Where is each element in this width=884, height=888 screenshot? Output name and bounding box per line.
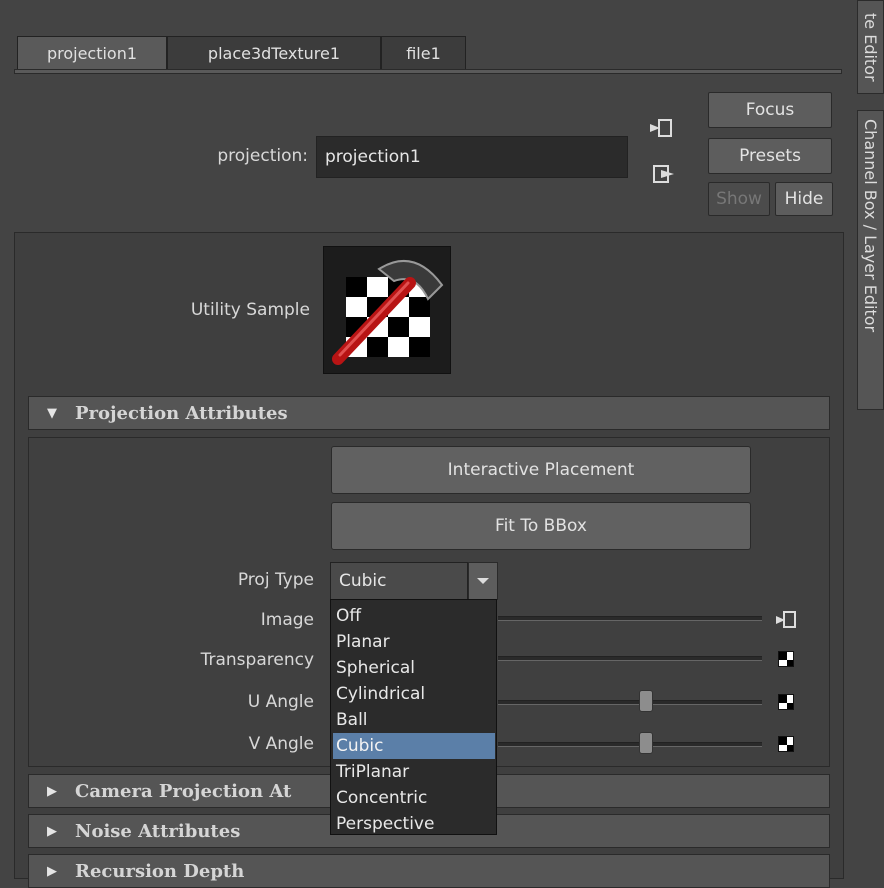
interactive-placement-button[interactable]: Interactive Placement	[331, 446, 751, 494]
v-angle-slider[interactable]	[498, 742, 762, 747]
section-noise-title: Noise Attributes	[75, 820, 241, 842]
dropdown-option-cubic[interactable]: Cubic	[333, 733, 495, 759]
section-projection-attributes[interactable]: ▼ Projection Attributes	[28, 396, 830, 430]
utility-sample-label: Utility Sample	[190, 300, 310, 320]
dropdown-option-triplanar[interactable]: TriPlanar	[333, 759, 495, 785]
transparency-slider[interactable]	[498, 656, 762, 661]
hide-button[interactable]: Hide	[775, 182, 833, 216]
u-angle-map-icon[interactable]	[778, 694, 794, 710]
tab-underline	[14, 69, 842, 74]
utility-sample-swatch[interactable]	[323, 246, 451, 374]
chevron-down-icon[interactable]	[468, 562, 498, 600]
dropdown-option-spherical[interactable]: Spherical	[333, 655, 495, 681]
section-camera-title: Camera Projection At	[75, 780, 292, 802]
collapsed-arrow-icon: ▶	[47, 863, 57, 879]
proj-type-dropdown-list: Off Planar Spherical Cylindrical Ball Cubic Tr…	[330, 599, 497, 835]
dropdown-option-cylindrical[interactable]: Cylindrical	[333, 681, 495, 707]
u-angle-slider[interactable]	[498, 700, 762, 705]
select-node-icon[interactable]	[652, 164, 678, 186]
side-tab-channel-box[interactable]: Channel Box / Layer Editor	[857, 110, 884, 410]
proj-type-select[interactable]: Cubic	[330, 562, 468, 600]
v-angle-map-icon[interactable]	[778, 736, 794, 752]
collapsed-arrow-icon: ▶	[47, 823, 57, 839]
section-recursion-depth[interactable]: ▶ Recursion Depth	[28, 854, 830, 888]
focus-button[interactable]: Focus	[708, 92, 832, 128]
presets-button[interactable]: Presets	[708, 138, 832, 174]
tab-place3dtexture1[interactable]: place3dTexture1	[167, 36, 381, 70]
tab-file1[interactable]: file1	[381, 36, 466, 70]
v-angle-label: V Angle	[248, 734, 314, 754]
u-angle-slider-handle[interactable]	[638, 690, 653, 712]
show-button[interactable]: Show	[708, 182, 770, 216]
dropdown-option-concentric[interactable]: Concentric	[333, 785, 495, 811]
load-node-icon[interactable]	[648, 118, 674, 140]
dropdown-option-planar[interactable]: Planar	[333, 629, 495, 655]
image-label: Image	[260, 610, 314, 630]
collapsed-arrow-icon: ▶	[47, 783, 57, 799]
section-recursion-title: Recursion Depth	[75, 860, 245, 882]
image-slider[interactable]	[498, 616, 762, 621]
u-angle-label: U Angle	[247, 692, 314, 712]
proj-type-label: Proj Type	[237, 570, 314, 590]
dropdown-option-perspective[interactable]: Perspective	[333, 811, 495, 837]
image-map-icon[interactable]	[774, 610, 798, 630]
v-angle-slider-handle[interactable]	[638, 732, 653, 754]
transparency-label: Transparency	[200, 650, 314, 670]
section-projection-title: Projection Attributes	[75, 402, 288, 424]
tab-projection1[interactable]: projection1	[17, 36, 167, 70]
expanded-arrow-icon: ▼	[47, 405, 57, 421]
dropdown-option-ball[interactable]: Ball	[333, 707, 495, 733]
transparency-map-icon[interactable]	[778, 651, 794, 667]
projection-label: projection:	[217, 146, 308, 166]
dropdown-option-off[interactable]: Off	[333, 603, 495, 629]
side-tab-attribute-editor[interactable]: te Editor	[857, 0, 884, 94]
projection-name-field[interactable]: projection1	[316, 136, 628, 178]
fit-to-bbox-button[interactable]: Fit To BBox	[331, 502, 751, 550]
